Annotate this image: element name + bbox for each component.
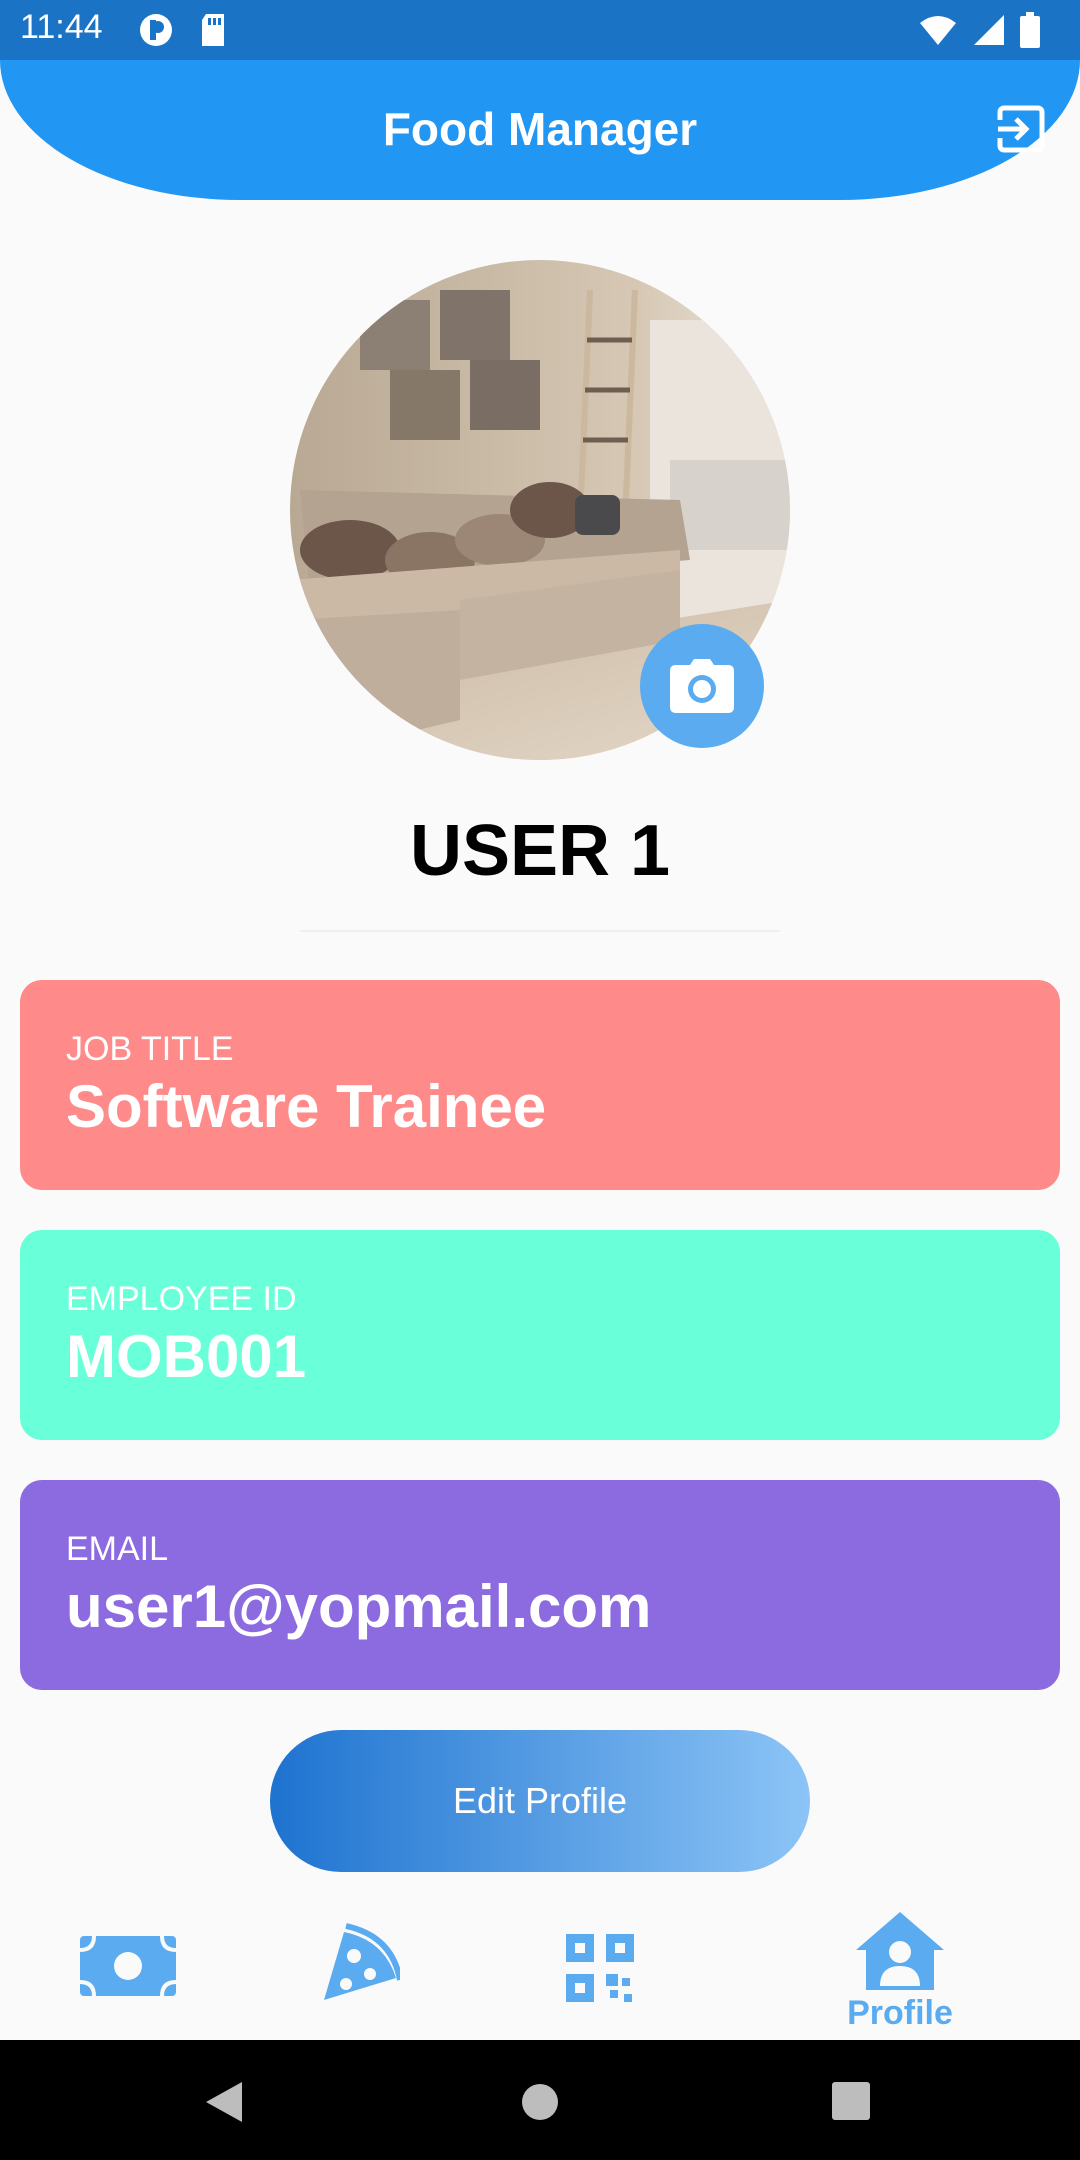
system-nav-bar (0, 2040, 1080, 2160)
back-icon[interactable] (204, 2080, 244, 2124)
recents-icon[interactable] (832, 2082, 870, 2120)
job-title-value: Software Trainee (66, 1073, 547, 1140)
wifi-icon (920, 16, 956, 45)
employee-id-value: MOB001 (66, 1323, 307, 1390)
home-icon[interactable] (520, 2082, 560, 2122)
job-title-label: JOB TITLE (66, 1030, 234, 1068)
edit-profile-button[interactable]: Edit Profile (270, 1730, 810, 1872)
nav-item-scan[interactable] (566, 1934, 634, 2007)
battery-icon (1020, 12, 1040, 48)
status-left-icons (138, 12, 228, 48)
pizza-icon (324, 1923, 403, 2000)
qr-code-icon (566, 1934, 634, 2002)
avatar-container (290, 260, 790, 760)
status-time: 11:44 (20, 8, 103, 46)
email-card: EMAIL user1@yopmail.com (20, 1480, 1060, 1690)
sd-card-icon (202, 14, 224, 46)
job-title-card: JOB TITLE Software Trainee (20, 980, 1060, 1190)
user-name: USER 1 (409, 811, 671, 891)
logout-button[interactable] (996, 104, 1046, 154)
change-photo-button[interactable] (640, 624, 764, 748)
status-bar: 11:44 (0, 0, 1080, 60)
nav-item-food[interactable] (320, 1922, 403, 2007)
profile-home-icon (856, 1912, 944, 1990)
camera-icon (670, 659, 734, 713)
money-icon (80, 1936, 176, 1996)
app-title: Food Manager (382, 103, 698, 155)
cell-signal-icon (974, 15, 1004, 45)
nav-item-expenses[interactable] (80, 1936, 176, 2001)
app-bar: Food Manager (0, 60, 1080, 200)
nav-label-profile: Profile (847, 1994, 953, 2032)
bottom-nav: Profile (0, 1900, 1080, 2040)
email-value: user1@yopmail.com (66, 1573, 652, 1640)
employee-id-card: EMPLOYEE ID MOB001 (20, 1230, 1060, 1440)
nav-item-profile[interactable]: Profile (830, 1912, 970, 2040)
email-label: EMAIL (66, 1530, 169, 1568)
divider (300, 930, 780, 932)
notification-icon (140, 14, 172, 46)
screen: 11:44 Food Manager USER 1 JOB TITLE Soft… (0, 0, 1080, 2160)
logout-icon (996, 105, 1045, 153)
status-right-icons (918, 12, 1040, 48)
employee-id-label: EMPLOYEE ID (66, 1280, 297, 1318)
